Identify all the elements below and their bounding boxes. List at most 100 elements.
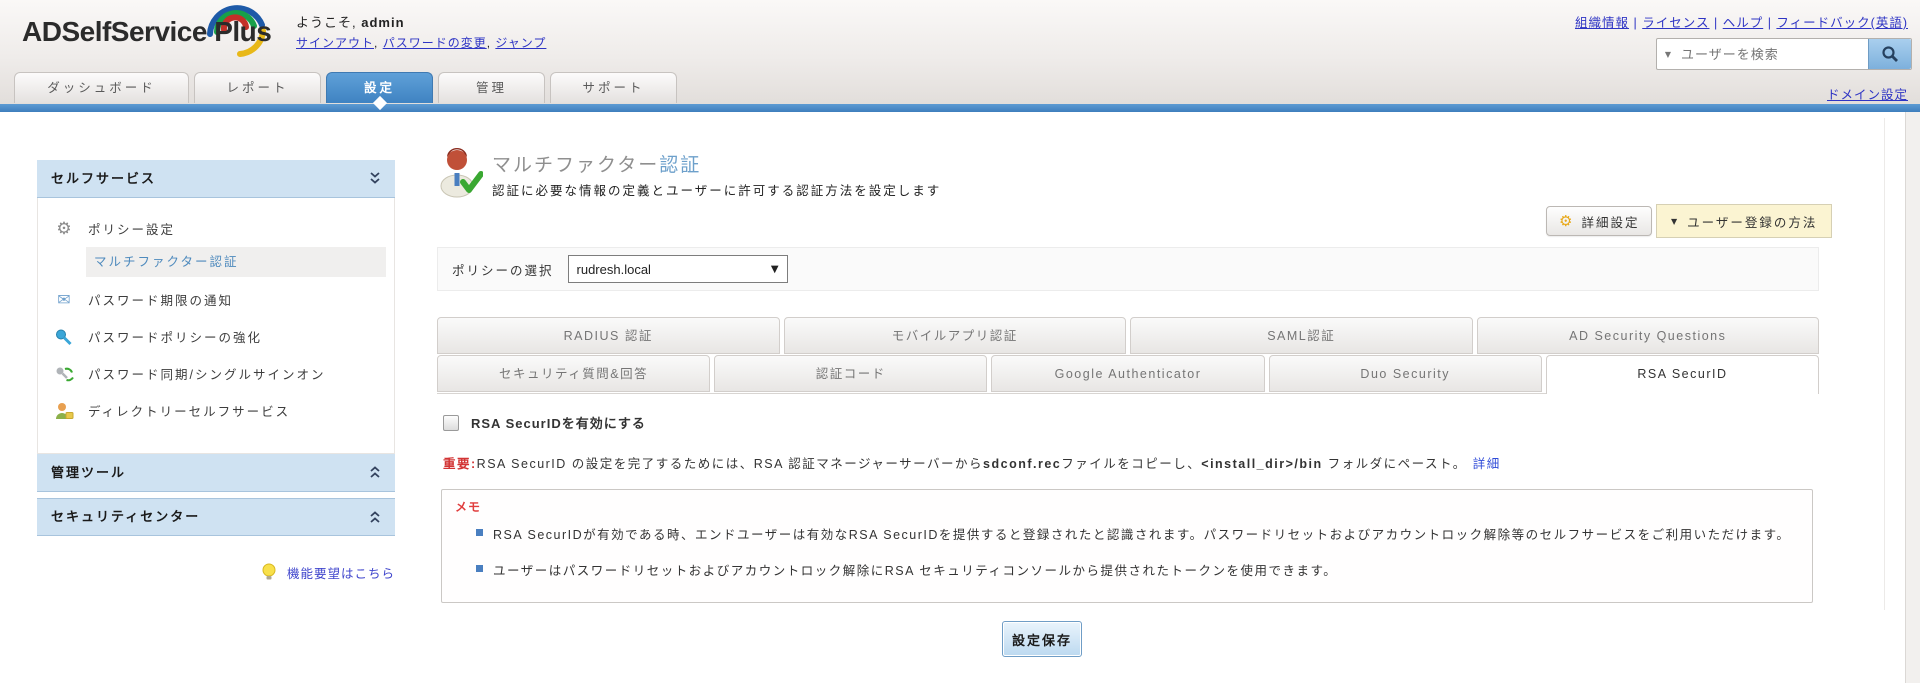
policy-select-value: rudresh.local [576,261,651,277]
search-scope-dropdown-icon[interactable]: ▼ [1657,50,1679,59]
tab-dashboard[interactable]: ダッシュボード [14,72,189,103]
rsa-enable-label: RSA SecurIDを有効にする [471,416,646,431]
sign-out-link[interactable]: サインアウト [296,36,374,50]
sidebar-item-label: ディレクトリーセルフサービス [88,405,291,419]
welcome-links: サインアウト, パスワードの変更, ジャンプ [296,34,546,51]
sidebar-item-password-expiry[interactable]: ✉ パスワード期限の通知 [38,281,394,318]
tab-radius-auth[interactable]: RADIUS 認証 [437,317,780,354]
sidebar: セルフサービス ⚙ ポリシー設定 マルチファクター認証 ✉ パスワード期限の通知… [37,160,395,536]
memo-item: RSA SecurIDが有効である時、エンドユーザーは有効なRSA SecurI… [476,524,1790,543]
chevron-down-icon: ▼ [1671,216,1680,226]
page-subtitle: 認証に必要な情報の定義とユーザーに許可する認証方法を設定します [492,184,942,198]
chevron-double-up-icon [369,510,381,524]
feedback-link[interactable]: フィードバック(英語) [1776,16,1908,30]
policy-select-label: ポリシーの選択 [452,263,554,278]
auth-tabs-row-2: セキュリティ質問&回答 認証コード Google Authenticator D… [437,355,1820,394]
user-icon [52,402,76,420]
sidebar-section-admin-tools[interactable]: 管理ツール [37,454,395,492]
tab-mobile-app-auth[interactable]: モバイルアプリ認証 [783,317,1126,354]
tab-support[interactable]: サポート [550,72,677,103]
advanced-settings-button[interactable]: ⚙ 詳細設定 [1546,206,1653,236]
gear-icon: ⚙ [56,218,72,239]
adselfservice-plus-page: ADSelfService Plus ようこそ, admin サインアウト, パ… [0,0,1920,683]
important-note: 重要:RSA SecurID の設定を完了するためには、RSA 認証マネージャー… [443,457,1501,471]
sidebar-item-label: パスワード期限の通知 [88,294,234,308]
sidebar-section-security-center[interactable]: セキュリティセンター [37,498,395,536]
sidebar-item-directory-self-service[interactable]: ディレクトリーセルフサービス [38,392,394,429]
sidebar-item-label: パスワードポリシーの強化 [88,331,263,345]
magnifier-icon [1882,46,1898,62]
tab-verification-code[interactable]: 認証コード [714,355,988,392]
sidebar-item-mfa-selected[interactable]: マルチファクター認証 [86,247,386,277]
gear-icon: ⚙ [1559,212,1575,230]
tab-saml-auth[interactable]: SAML認証 [1130,317,1473,354]
important-label: 重要: [443,457,477,471]
page-title: マルチファクター認証 [492,155,702,176]
bulb-icon [261,563,281,584]
main-nav: ダッシュボード レポート 設定 管理 サポート [14,72,677,103]
bullet-icon [476,529,483,536]
memo-box: メモ RSA SecurIDが有効である時、エンドユーザーは有効なRSA Sec… [441,489,1813,603]
tab-reports[interactable]: レポート [194,72,321,103]
key-icon [52,328,76,346]
mfa-user-check-icon [437,146,484,203]
app-logo: ADSelfService Plus [22,16,272,47]
feature-request-link[interactable]: 機能要望はこちら [287,567,395,581]
enrollment-methods-button[interactable]: ▼ ユーザー登録の方法 [1656,204,1833,238]
rsa-enable-checkbox[interactable] [443,414,459,431]
separator: | [1763,16,1777,30]
tab-rsa-securid[interactable]: RSA SecurID [1545,355,1820,394]
feature-request-row: 機能要望はこちら [37,563,395,584]
top-utility-links: 組織情報 | ライセンス | ヘルプ | フィードバック(英語) [1575,12,1908,31]
sidebar-items: ⚙ ポリシー設定 マルチファクター認証 ✉ パスワード期限の通知 パスワードポリ… [37,198,395,454]
sidebar-item-policy-config[interactable]: ⚙ ポリシー設定 [38,210,394,247]
sidebar-item-label: パスワード同期/シングルサインオン [88,368,326,382]
details-link[interactable]: 詳細 [1473,457,1501,471]
sidebar-section-self-service[interactable]: セルフサービス [37,160,395,198]
org-info-link[interactable]: 組織情報 [1575,16,1629,30]
accent-bar [0,104,1920,112]
sidebar-section-label: セルフサービス [51,170,157,186]
save-settings-button[interactable]: 設定保存 [1002,621,1082,657]
memo-item: ユーザーはパスワードリセットおよびアカウントロック解除にRSA セキュリティコン… [476,560,1337,579]
memo-title: メモ [455,500,482,514]
sidebar-item-password-sync[interactable]: パスワード同期/シングルサインオン [38,355,394,392]
policy-select[interactable]: rudresh.local ▼ [567,255,788,283]
chevron-double-up-icon [369,466,381,479]
sidebar-item-label: ポリシー設定 [88,223,176,237]
tab-google-authenticator[interactable]: Google Authenticator [991,355,1265,392]
separator: , [374,36,383,50]
welcome-username: admin [361,15,405,30]
auth-tabs-row-1: RADIUS 認証 モバイルアプリ認証 SAML認証 AD Security Q… [437,317,1819,355]
container-right-edge [1884,118,1885,610]
change-password-link[interactable]: パスワードの変更 [383,36,487,50]
mail-icon: ✉ [57,290,71,309]
search-input[interactable] [1679,45,1868,63]
bullet-icon [476,565,483,572]
policy-selection-bar: ポリシーの選択 rudresh.local ▼ [437,247,1819,291]
advanced-settings-label: 詳細設定 [1581,215,1640,230]
search-button[interactable] [1868,39,1911,69]
tab-configuration[interactable]: 設定 [326,72,433,103]
separator: | [1629,16,1643,30]
jump-link[interactable]: ジャンプ [495,36,546,50]
help-link[interactable]: ヘルプ [1723,16,1764,30]
separator: | [1709,16,1723,30]
chevron-down-icon: ▼ [770,263,779,275]
license-link[interactable]: ライセンス [1642,16,1709,30]
tab-duo-security[interactable]: Duo Security [1268,355,1542,392]
sync-keys-icon [52,365,76,383]
sidebar-section-label: セキュリティセンター [51,509,201,524]
rsa-enable-row: RSA SecurIDを有効にする [443,413,646,432]
chevron-double-down-icon [369,172,381,185]
enrollment-methods-label: ユーザー登録の方法 [1687,215,1818,230]
vertical-scrollbar[interactable] [1905,112,1920,683]
tab-security-qa[interactable]: セキュリティ質問&回答 [437,355,711,392]
sidebar-section-label: 管理ツール [51,464,127,480]
tab-admin[interactable]: 管理 [438,72,545,103]
welcome-text: ようこそ, admin [296,15,405,30]
sidebar-item-password-policy[interactable]: パスワードポリシーの強化 [38,318,394,355]
domain-settings-link[interactable]: ドメイン設定 [1827,84,1908,103]
tab-ad-security-questions[interactable]: AD Security Questions [1476,317,1819,354]
user-search-bar: ▼ [1656,38,1912,70]
